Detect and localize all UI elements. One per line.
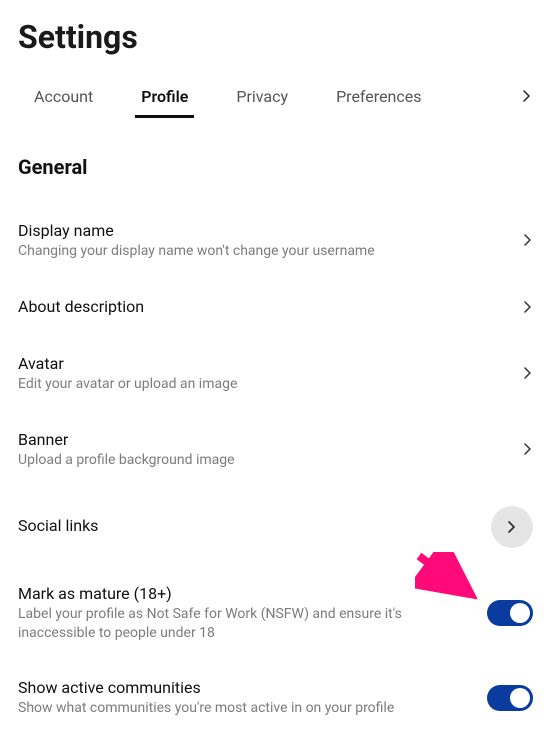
tabs: Account Profile Privacy Preferences [18, 86, 533, 117]
setting-text: Social links [18, 516, 491, 537]
setting-label: Display name [18, 221, 505, 240]
tab-preferences[interactable]: Preferences [336, 87, 421, 116]
chevron-right-icon[interactable] [521, 86, 533, 117]
toggle-mark-mature[interactable] [487, 600, 533, 626]
setting-text: Banner Upload a profile background image [18, 430, 523, 470]
setting-label: Banner [18, 430, 505, 449]
setting-desc: Upload a profile background image [18, 451, 505, 470]
chevron-right-icon [523, 231, 533, 250]
setting-label: Social links [18, 516, 473, 535]
setting-about-description[interactable]: About description [18, 283, 533, 340]
tab-privacy[interactable]: Privacy [236, 87, 288, 116]
toggle-knob [510, 603, 530, 623]
setting-social-links[interactable]: Social links [18, 492, 533, 570]
section-title-general: General [18, 155, 533, 179]
chevron-right-icon [523, 440, 533, 459]
setting-label: Mark as mature (18+) [18, 584, 469, 603]
toggle-active-communities[interactable] [487, 685, 533, 711]
setting-desc: Edit your avatar or upload an image [18, 375, 505, 394]
chevron-right-icon [523, 298, 533, 317]
setting-text: About description [18, 297, 523, 318]
setting-banner[interactable]: Banner Upload a profile background image [18, 416, 533, 492]
setting-active-communities: Show active communities Show what commun… [18, 664, 533, 740]
chevron-right-icon [491, 506, 533, 548]
tab-profile[interactable]: Profile [141, 87, 188, 116]
setting-desc: Changing your display name won't change … [18, 242, 505, 261]
setting-mark-mature: Mark as mature (18+) Label your profile … [18, 570, 533, 665]
setting-avatar[interactable]: Avatar Edit your avatar or upload an ima… [18, 340, 533, 416]
tab-account[interactable]: Account [34, 87, 93, 116]
chevron-right-icon [523, 364, 533, 383]
setting-label: Show active communities [18, 678, 469, 697]
toggle-knob [510, 688, 530, 708]
setting-desc: Label your profile as Not Safe for Work … [18, 605, 469, 643]
setting-display-name[interactable]: Display name Changing your display name … [18, 207, 533, 283]
setting-text: Avatar Edit your avatar or upload an ima… [18, 354, 523, 394]
setting-label: About description [18, 297, 505, 316]
setting-text: Display name Changing your display name … [18, 221, 523, 261]
setting-label: Avatar [18, 354, 505, 373]
setting-desc: Show what communities you're most active… [18, 699, 469, 718]
setting-text: Show active communities Show what commun… [18, 678, 487, 718]
setting-text: Mark as mature (18+) Label your profile … [18, 584, 487, 643]
page-title: Settings [18, 18, 533, 56]
